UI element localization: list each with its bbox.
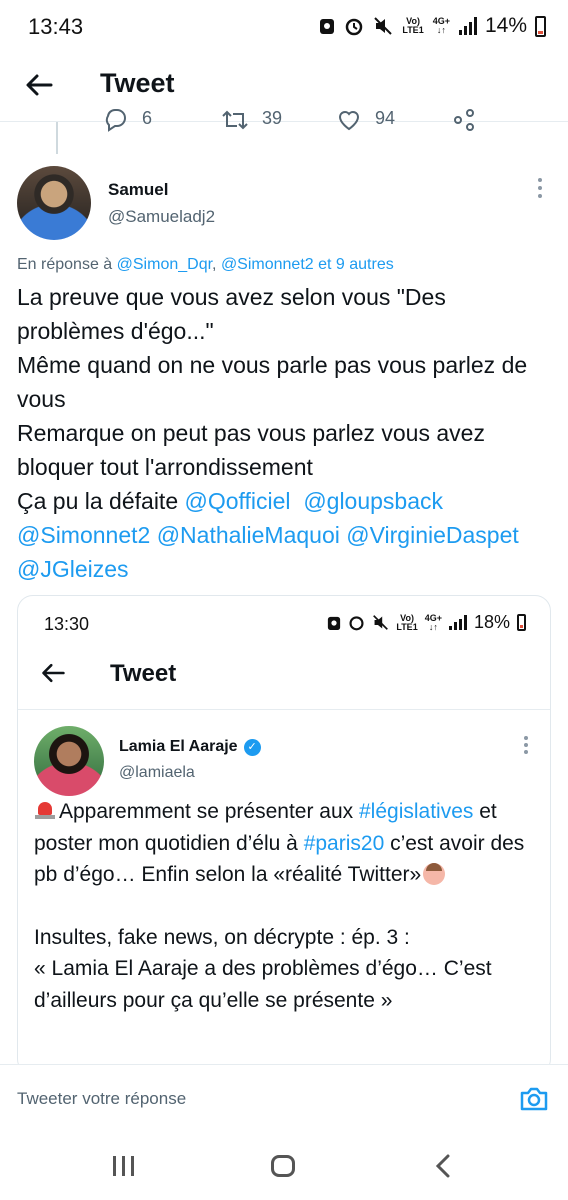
embedded-author-handle: @lamiaela: [119, 764, 195, 781]
replying-user-link[interactable]: @Simonnet2: [221, 256, 314, 273]
mention-link[interactable]: @JGleizes: [17, 556, 129, 582]
embedded-header: Tweet: [18, 644, 550, 710]
verified-badge-icon: ✓: [243, 738, 261, 756]
like-icon: [338, 111, 360, 131]
embedded-author-name-row: Lamia El Aaraje ✓: [119, 738, 261, 756]
signal-icon: [448, 615, 467, 630]
battery-icon: [535, 15, 546, 37]
system-nav-bar: [0, 1134, 568, 1200]
replying-user-link[interactable]: @Simon_Dqr: [117, 256, 212, 273]
status-bar: 13:43 Vo) LTE1 4G+ ↓↑ 14%: [0, 0, 568, 56]
back-arrow-icon: [42, 663, 65, 683]
volte-indicator: Vo) LTE1: [396, 612, 418, 632]
embedded-status-indicators: Vo) LTE1 4G+ ↓↑ 18%: [327, 612, 526, 633]
status-indicators: Vo) LTE1 4G+ ↓↑ 14%: [319, 14, 546, 38]
replying-separator: ,: [212, 256, 217, 273]
reply-bar: Tweeter votre réponse: [0, 1064, 568, 1134]
hashtag-link: #législatives: [359, 800, 474, 823]
retweet-count: 39: [262, 108, 283, 128]
embedded-battery-percent: 18%: [473, 612, 510, 632]
author-handle[interactable]: @Samueladj2: [108, 207, 215, 227]
battery-percent: 14%: [484, 14, 527, 37]
nfc-icon: [320, 19, 335, 34]
embedded-author-name: Lamia El Aaraje: [119, 738, 238, 755]
embedded-page-title: Tweet: [110, 660, 177, 687]
embedded-status-time: 13:30: [44, 614, 90, 634]
mention-link[interactable]: @VirginieDaspet: [346, 522, 519, 548]
like-action[interactable]: 94: [337, 108, 395, 132]
hashtag-link: #paris20: [303, 831, 385, 855]
embedded-screenshot-image[interactable]: 13:30 Vo) LTE1 4G+ ↓↑ 18% Tweet Lamia El…: [17, 595, 551, 1075]
replying-prefix: En réponse à: [17, 256, 113, 273]
tweet-text-line: Même quand on ne vous parle pas vous par…: [17, 352, 528, 412]
tweet-text-line: Ça pu la défaite @Qofficiel @gloupsback …: [17, 488, 519, 582]
author-name[interactable]: Samuel: [108, 180, 168, 200]
alarm-icon: [346, 18, 363, 36]
nav-back-icon[interactable]: [432, 1154, 454, 1178]
author-avatar[interactable]: [17, 166, 91, 240]
camera-icon[interactable]: [518, 1083, 550, 1115]
back-arrow-icon[interactable]: [24, 70, 54, 100]
tweet-text-line: Remarque on peut pas vous parlez vous av…: [17, 420, 485, 480]
reply-input[interactable]: Tweeter votre réponse: [17, 1089, 186, 1109]
like-count: 94: [375, 108, 396, 128]
volte-indicator: Vo) LTE1: [402, 16, 424, 35]
alarm-icon: [349, 616, 364, 631]
share-icon: [454, 109, 474, 131]
home-icon[interactable]: [271, 1155, 295, 1177]
embedded-author-avatar: [34, 726, 104, 796]
tweet-text: La preuve que vous avez selon vous "Des …: [17, 280, 553, 586]
page-title: Tweet: [100, 68, 175, 98]
mention-link[interactable]: @NathalieMaquoi: [157, 522, 340, 548]
nfc-icon: [328, 616, 341, 630]
battery-icon: [517, 614, 526, 631]
recent-apps-icon[interactable]: [113, 1156, 134, 1176]
share-action[interactable]: [452, 108, 476, 132]
retweet-icon: [222, 110, 248, 130]
retweet-action[interactable]: 39: [222, 108, 282, 132]
reply-action[interactable]: 6: [104, 108, 152, 132]
mention-link[interactable]: @Qofficiel: [185, 488, 291, 514]
replying-to: En réponse à @Simon_Dqr, @Simonnet2 et 9…: [17, 256, 394, 274]
shrug-emoji-icon: [423, 863, 446, 885]
status-time: 13:43: [28, 14, 84, 39]
previous-tweet-actions: 6 39 94: [0, 108, 568, 132]
signal-icon: [458, 17, 477, 35]
mention-link[interactable]: @gloupsback: [303, 488, 443, 514]
reply-icon: [105, 108, 126, 132]
mute-icon: [373, 615, 389, 630]
siren-emoji-icon: [34, 800, 56, 820]
more-vertical-icon: [524, 736, 528, 754]
embedded-tweet-text: Apparemment se présenter aux #législativ…: [34, 800, 525, 1012]
mention-link[interactable]: @Simonnet2: [17, 522, 150, 548]
tweet-text-line: La preuve que vous avez selon vous "Des …: [17, 284, 446, 344]
replying-others-link[interactable]: et 9 autres: [318, 256, 394, 273]
data-type-indicator: 4G+ ↓↑: [424, 612, 442, 632]
data-type-indicator: 4G+ ↓↑: [432, 16, 450, 35]
more-vertical-icon[interactable]: [536, 178, 544, 198]
mute-icon: [374, 17, 393, 35]
reply-count: 6: [142, 108, 153, 128]
